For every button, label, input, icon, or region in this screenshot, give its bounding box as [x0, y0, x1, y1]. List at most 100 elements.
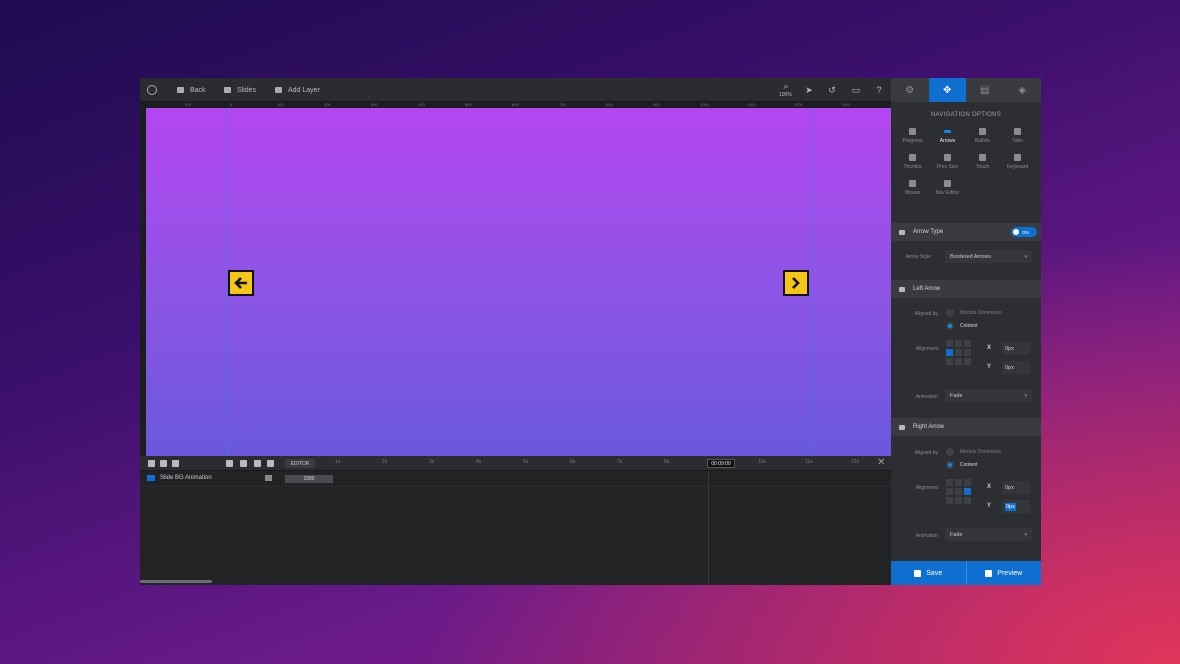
- pointer-icon[interactable]: ➤: [801, 78, 817, 102]
- device-desktop-icon[interactable]: ▭: [848, 78, 864, 102]
- back-label: Back: [190, 86, 206, 94]
- nav-option-touch[interactable]: Touch: [965, 154, 1000, 174]
- y-offset-value: 0px: [1005, 502, 1016, 511]
- alignment-grid[interactable]: [946, 340, 971, 365]
- nav-option-prev-size[interactable]: Prev Size: [930, 154, 965, 174]
- tabs-icon: [1014, 128, 1021, 135]
- add-layer-button[interactable]: Add Layer: [275, 78, 320, 102]
- right-nav-arrow[interactable]: [783, 270, 809, 296]
- time-tick: 3s: [429, 459, 435, 465]
- ruler-tick: 800: [606, 102, 613, 107]
- nav-option-progress[interactable]: Progress: [895, 128, 930, 148]
- nav-option-bullets[interactable]: Bullets: [965, 128, 1000, 148]
- align-cell[interactable]: [964, 358, 971, 365]
- list-icon[interactable]: [160, 460, 167, 467]
- x-offset-input[interactable]: 0px: [1002, 481, 1030, 494]
- alignment-grid[interactable]: [946, 479, 971, 504]
- globe-icon[interactable]: [254, 460, 261, 467]
- arrow-style-select[interactable]: Bordered Arrows: [945, 250, 1032, 263]
- nav-option-thumbs[interactable]: Thumbs: [895, 154, 930, 174]
- preview-button[interactable]: Preview: [965, 561, 1041, 585]
- align-cell[interactable]: [946, 358, 953, 365]
- align-cell[interactable]: [946, 479, 953, 486]
- tab-layers[interactable]: ◈: [1004, 78, 1042, 102]
- touch-icon: [979, 154, 986, 161]
- x-offset-value: 0px: [1005, 484, 1014, 491]
- chevron-right-icon: [792, 277, 800, 289]
- align-cell-selected[interactable]: [964, 488, 971, 495]
- navigation-options-grid: Progress Arrows Bullets Tabs Thumbs Prev…: [891, 128, 1041, 200]
- save-button[interactable]: Save: [891, 561, 966, 585]
- timeline-toolbar: EDITOR 1s 2s 3s 4s 5s 6s 7s 8s 00:09:00 …: [140, 456, 891, 471]
- tab-settings[interactable]: ⚙: [891, 78, 929, 102]
- nav-option-tabs[interactable]: Tabs: [1000, 128, 1035, 148]
- align-cell[interactable]: [955, 349, 962, 356]
- align-cell[interactable]: [946, 340, 953, 347]
- layers-icon[interactable]: [148, 460, 155, 467]
- align-cell[interactable]: [955, 488, 962, 495]
- align-cell[interactable]: [955, 497, 962, 504]
- left-arrow-header[interactable]: Left Arrow: [891, 280, 1041, 298]
- align-cell[interactable]: [964, 349, 971, 356]
- editor-tag[interactable]: EDITOR: [285, 459, 315, 468]
- arrow-right-icon: [899, 424, 905, 430]
- align-cell[interactable]: [946, 497, 953, 504]
- align-cell[interactable]: [964, 497, 971, 504]
- content-radio[interactable]: Content: [946, 322, 978, 330]
- grid-icon[interactable]: [226, 460, 233, 467]
- folder-icon[interactable]: [172, 460, 179, 467]
- content-radio[interactable]: Content: [946, 461, 978, 469]
- left-nav-arrow[interactable]: [228, 270, 254, 296]
- slides-button[interactable]: Slides: [224, 78, 256, 102]
- move-icon: ✥: [943, 84, 952, 96]
- y-offset-input[interactable]: 0px: [1002, 500, 1030, 513]
- wordpress-logo-button[interactable]: [146, 78, 158, 102]
- align-cell[interactable]: [955, 479, 962, 486]
- nav-option-keyboard[interactable]: Keyboard: [1000, 154, 1035, 174]
- align-cell[interactable]: [946, 488, 953, 495]
- ruler-tick: 200: [324, 102, 331, 107]
- nav-editor-icon: [944, 180, 951, 187]
- x-offset-input[interactable]: 0px: [1002, 342, 1030, 355]
- layer-row[interactable]: Slide BG Animation 1000: [140, 471, 891, 487]
- nav-option-mouse[interactable]: Mouse: [895, 180, 930, 200]
- time-tick: 4s: [476, 459, 482, 465]
- horizontal-scrollbar[interactable]: [140, 580, 212, 583]
- layer-settings-icon[interactable]: [265, 475, 272, 481]
- animation-select[interactable]: Fade: [945, 528, 1032, 541]
- arrow-type-header[interactable]: Arrow Type ON: [891, 223, 1041, 241]
- align-cell[interactable]: [955, 340, 962, 347]
- align-cell[interactable]: [964, 479, 971, 486]
- nav-option-nav-editor[interactable]: Nav Editor: [930, 180, 965, 200]
- tab-navigation[interactable]: ✥: [928, 78, 966, 102]
- slides-icon: [224, 87, 231, 93]
- right-arrow-header[interactable]: Right Arrow: [891, 418, 1041, 436]
- align-cell[interactable]: [955, 358, 962, 365]
- prev-size-icon: [944, 154, 951, 161]
- nav-option-arrows[interactable]: Arrows: [930, 128, 965, 148]
- time-tick: 2s: [382, 459, 388, 465]
- help-icon[interactable]: ?: [871, 78, 887, 102]
- arrow-type-label: Arrow Type: [913, 229, 944, 235]
- module-dimension-radio[interactable]: Module Dimension: [946, 309, 1001, 317]
- arrow-type-toggle[interactable]: ON: [1011, 227, 1037, 237]
- slide-canvas[interactable]: [146, 108, 891, 456]
- nav-option-label: Arrows: [939, 138, 956, 144]
- back-button[interactable]: Back: [177, 78, 206, 102]
- slider-editor-app: Back Slides Add Layer ⌕ 100% ➤ ↺ ▭ ? -10…: [140, 78, 1041, 585]
- align-cell[interactable]: [964, 340, 971, 347]
- y-offset-input[interactable]: 0px: [1002, 361, 1030, 374]
- animation-label: Animation: [915, 394, 938, 400]
- time-tick: 11s: [805, 459, 813, 465]
- play-icon[interactable]: [267, 460, 274, 467]
- current-time-marker[interactable]: 00:09:00: [707, 459, 735, 468]
- animation-select[interactable]: Fade: [945, 389, 1032, 402]
- duration-bar[interactable]: 1000: [285, 475, 333, 483]
- undo-icon[interactable]: ↺: [824, 78, 840, 102]
- close-icon[interactable]: ✕: [877, 457, 885, 468]
- add-layer-icon: [275, 87, 282, 93]
- tab-slide[interactable]: ▤: [966, 78, 1004, 102]
- align-cell-selected[interactable]: [946, 349, 953, 356]
- module-dimension-radio[interactable]: Module Dimension: [946, 448, 1001, 456]
- magnet-icon[interactable]: [240, 460, 247, 467]
